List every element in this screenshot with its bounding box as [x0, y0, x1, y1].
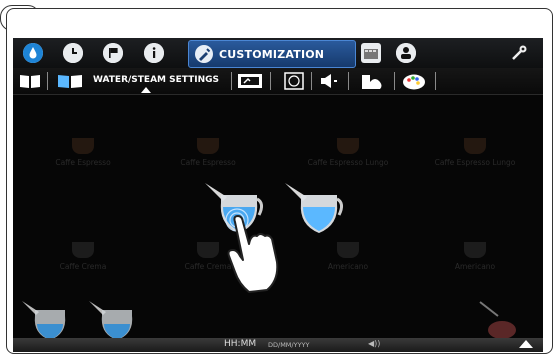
top-navigation: CUSTOMIZATION — [13, 38, 543, 68]
machine-display: CUSTOMIZATION WATER/STEAM SETTINGS Caffe… — [13, 38, 543, 352]
drink-label: Caffe Espresso Lungo — [434, 158, 516, 167]
divider — [348, 72, 349, 90]
customization-icon — [195, 45, 213, 63]
drink-label: Caffe Espresso — [55, 158, 111, 167]
cup-icon — [72, 138, 94, 154]
sub-navigation: WATER/STEAM SETTINGS — [13, 68, 543, 95]
milk-icon[interactable] — [359, 72, 387, 90]
drink-tile: Americano — [425, 242, 525, 271]
cup-icon — [197, 138, 219, 154]
water-steam-book-icon[interactable] — [57, 72, 83, 90]
water-steam-settings-label[interactable]: WATER/STEAM SETTINGS — [93, 75, 219, 85]
time-display: HH:MM — [224, 339, 257, 349]
volume-indicator: ◀)) — [368, 339, 381, 348]
drink-tile: Caffe Espresso — [158, 138, 258, 167]
clock-face-icon[interactable] — [283, 72, 305, 90]
tab-customization[interactable]: CUSTOMIZATION — [188, 40, 356, 68]
cup-icon — [464, 138, 486, 154]
wrench-icon[interactable] — [510, 44, 528, 66]
tab-customization-label: CUSTOMIZATION — [219, 48, 325, 61]
drink-label: Americano — [327, 262, 369, 271]
drink-tile: Caffe Crema — [33, 242, 133, 271]
drink-label: Caffe Crema — [59, 262, 107, 271]
active-indicator-arrow — [141, 87, 151, 93]
touch-hand-icon — [223, 204, 293, 298]
calendar-icon[interactable] — [361, 43, 381, 63]
cup-icon — [197, 242, 219, 258]
water-drop-icon[interactable] — [23, 43, 43, 63]
flag-icon[interactable] — [103, 43, 123, 63]
drink-label: Caffe Espresso Lungo — [307, 158, 389, 167]
display-icon[interactable] — [237, 72, 263, 90]
info-icon[interactable] — [144, 43, 164, 63]
scroll-up-arrow-icon[interactable] — [519, 340, 533, 348]
cup-icon — [72, 242, 94, 258]
speaker-icon[interactable] — [319, 72, 341, 90]
date-display: DD/MM/YYYY — [268, 341, 310, 349]
drink-tile: Caffe Espresso Lungo — [425, 138, 525, 167]
divider — [231, 72, 232, 90]
status-bar: HH:MM DD/MM/YYYY ◀)) — [13, 338, 543, 352]
divider — [47, 72, 48, 90]
drink-tile: Americano — [298, 242, 398, 271]
divider — [435, 72, 436, 90]
drink-tile: Caffe Espresso — [33, 138, 133, 167]
divider — [311, 72, 312, 90]
palette-icon[interactable] — [401, 72, 427, 90]
book-icon[interactable] — [19, 72, 41, 90]
cup-icon — [337, 138, 359, 154]
user-icon[interactable] — [396, 43, 416, 63]
drink-tile: Caffe Espresso Lungo — [298, 138, 398, 167]
cup-icon — [464, 242, 486, 258]
clock-icon[interactable] — [63, 43, 83, 63]
divider — [394, 72, 395, 90]
drink-label: Americano — [454, 262, 496, 271]
drink-label: Caffe Espresso — [180, 158, 236, 167]
divider — [270, 72, 271, 90]
cup-icon — [337, 242, 359, 258]
